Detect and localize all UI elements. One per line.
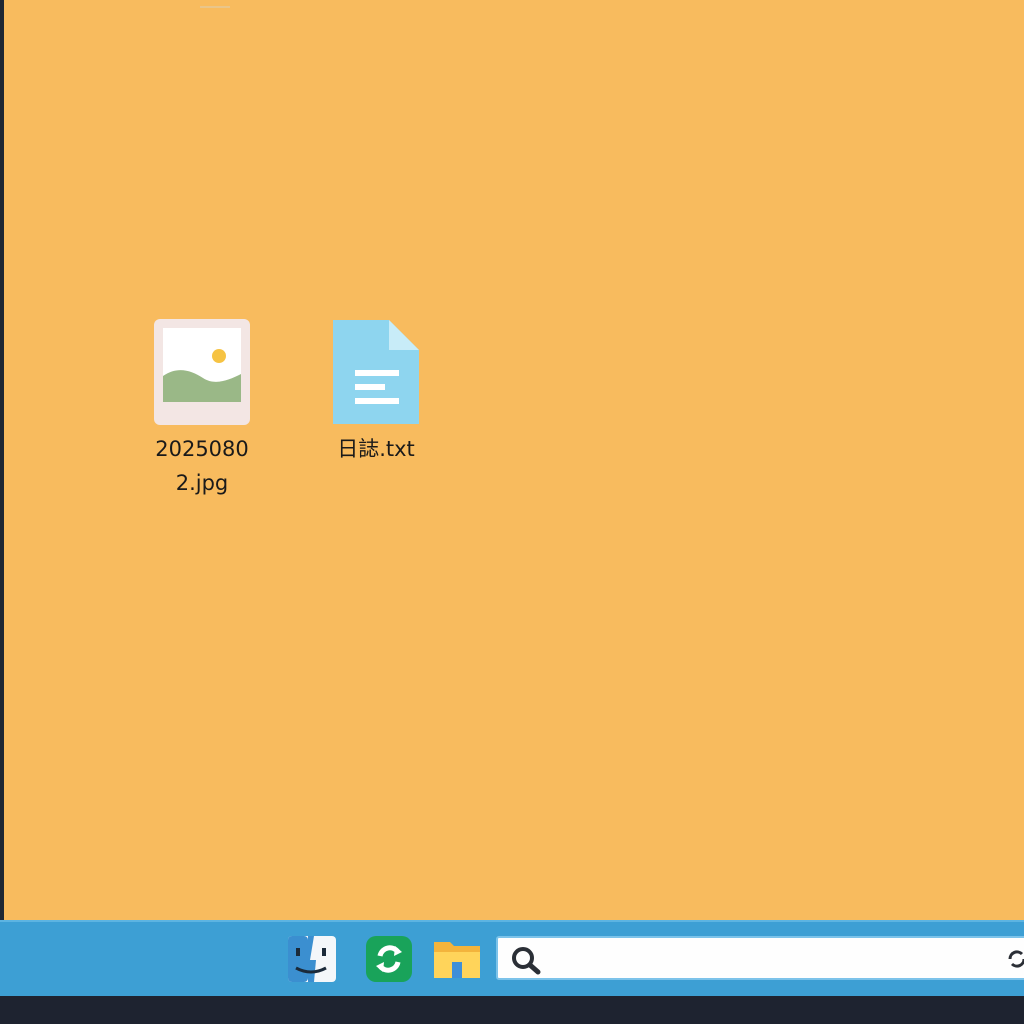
refresh-icon[interactable] <box>1006 948 1024 970</box>
sync-app-icon <box>366 936 412 982</box>
top-edge-mark <box>200 0 230 8</box>
file-name-label: 20250802.jpg <box>155 437 249 495</box>
taskbar-sync-app-button[interactable] <box>362 934 416 984</box>
finder-icon <box>288 936 336 982</box>
taskbar-file-explorer-button[interactable] <box>430 934 484 984</box>
desktop-file-jpg[interactable]: 20250802.jpg <box>137 318 267 500</box>
image-file-icon <box>154 319 250 425</box>
taskbar <box>0 920 1024 996</box>
desktop-file-txt[interactable]: 日誌.txt <box>311 318 441 466</box>
taskbar-search-box[interactable] <box>496 936 1024 980</box>
bottom-bezel <box>0 996 1024 1024</box>
file-name-label: 日誌.txt <box>337 437 415 461</box>
desktop-area[interactable]: 20250802.jpg 日誌.txt <box>4 0 1024 920</box>
file-explorer-icon <box>434 942 480 978</box>
search-icon <box>512 947 541 975</box>
screen: 20250802.jpg 日誌.txt <box>0 0 1024 1024</box>
taskbar-finder-button[interactable] <box>284 934 338 984</box>
search-input[interactable] <box>548 942 992 976</box>
text-document-icon <box>333 320 419 424</box>
